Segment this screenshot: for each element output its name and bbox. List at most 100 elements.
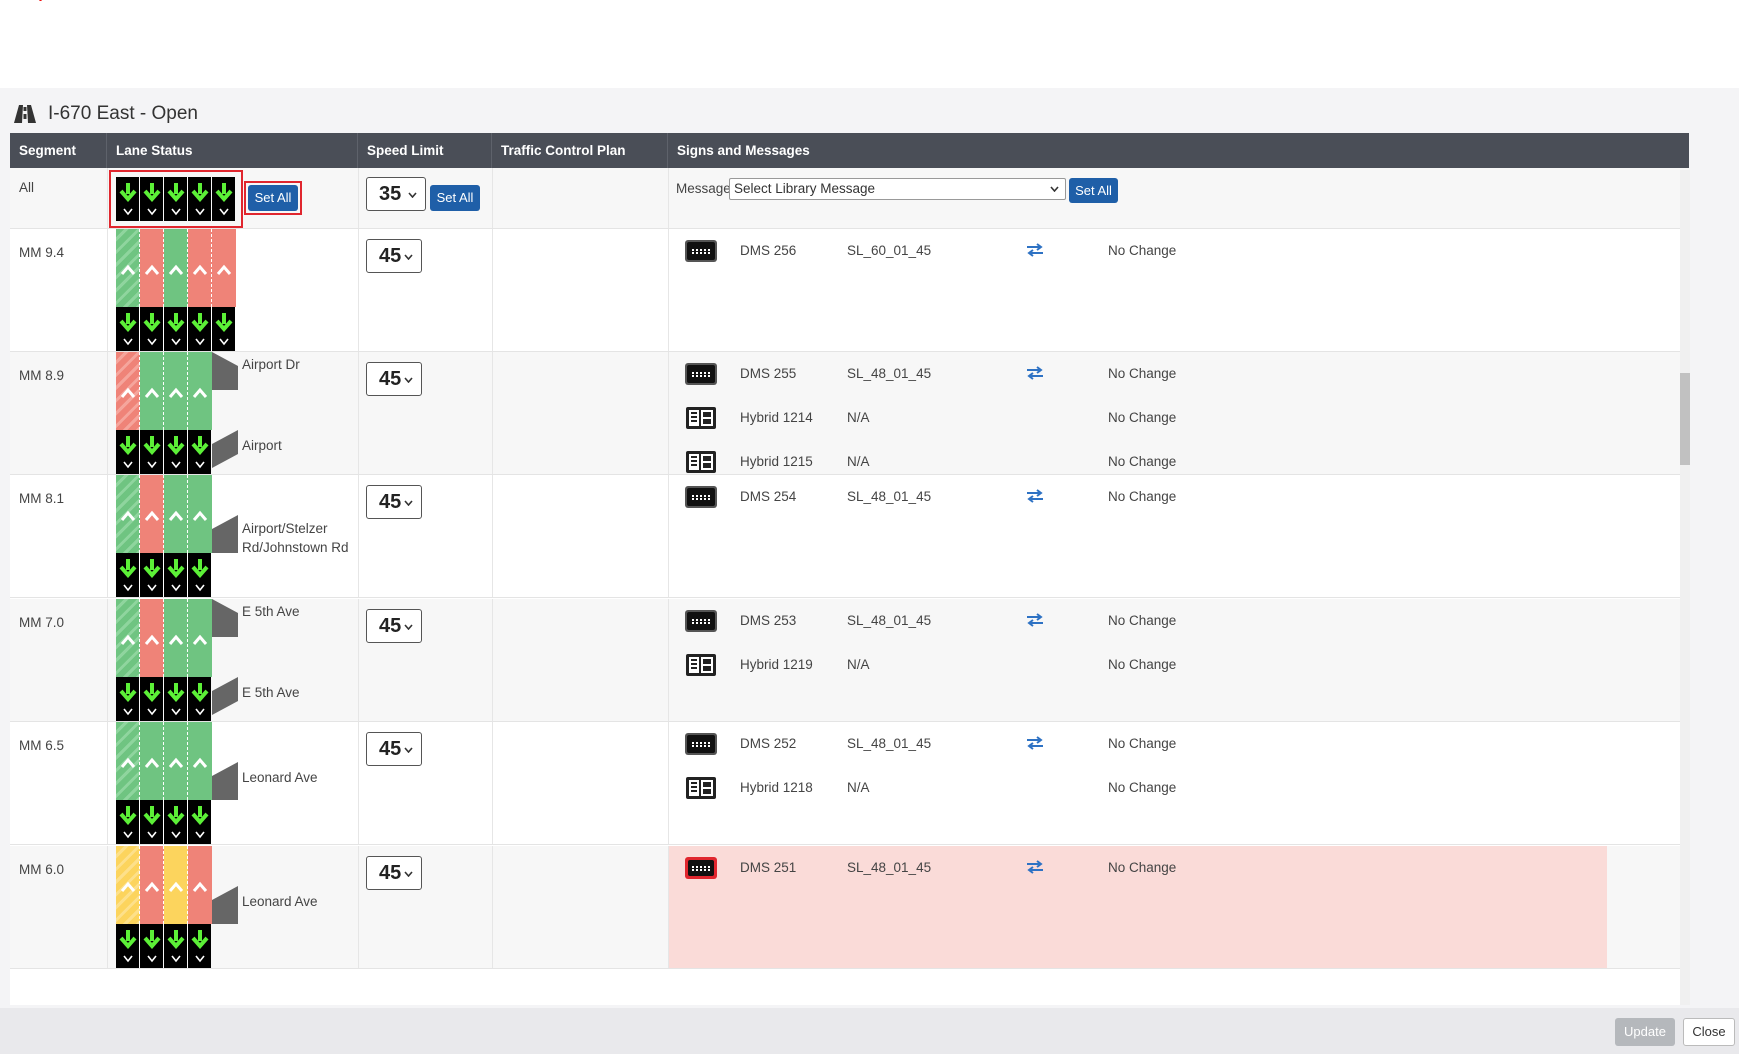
- lane-status-tile[interactable]: [188, 722, 212, 800]
- set-all-speed-button[interactable]: Set All: [430, 185, 480, 211]
- speed-select[interactable]: 45: [366, 856, 422, 890]
- lane-status-tile[interactable]: [188, 352, 212, 430]
- lane-control-black[interactable]: [140, 430, 163, 474]
- lane-control-black[interactable]: [116, 677, 139, 721]
- lane-status-tile[interactable]: [116, 475, 140, 553]
- speed-select[interactable]: 35: [366, 177, 426, 211]
- lane-status-tile[interactable]: [164, 599, 188, 677]
- lane-control-black[interactable]: [164, 553, 187, 597]
- lane-status-tile[interactable]: [164, 352, 188, 430]
- lane-control-black[interactable]: [188, 924, 211, 968]
- lane-control-black[interactable]: [164, 800, 187, 844]
- lane-control-black[interactable]: [116, 924, 139, 968]
- lane-status-tile[interactable]: [140, 352, 164, 430]
- lane-control-black[interactable]: [164, 924, 187, 968]
- chevron-down-icon: [404, 624, 413, 630]
- lane-control-black[interactable]: [140, 553, 163, 597]
- lane-status-tile[interactable]: [140, 229, 164, 307]
- sign-message: SL_60_01_45: [847, 243, 932, 258]
- lane-control-black[interactable]: [188, 177, 211, 221]
- ramp-label: E 5th Ave: [242, 685, 300, 700]
- swap-icon[interactable]: [1026, 366, 1044, 380]
- lane-control-black[interactable]: [140, 924, 163, 968]
- chevron-down-icon: [123, 461, 133, 469]
- lane-status-tile[interactable]: [116, 352, 140, 430]
- lane-status-tile[interactable]: [140, 599, 164, 677]
- lane-control-black[interactable]: [116, 553, 139, 597]
- swap-icon[interactable]: [1026, 489, 1044, 503]
- lane-control-black[interactable]: [188, 307, 211, 351]
- scrollbar-thumb[interactable]: [1680, 373, 1690, 465]
- sign-status: No Change: [1108, 243, 1177, 258]
- speed-select[interactable]: 45: [366, 609, 422, 643]
- chevron-down-icon: [123, 955, 133, 963]
- chevron-down-icon: [404, 377, 413, 383]
- message-library-select[interactable]: Select Library Message: [729, 178, 1066, 200]
- lane-status-tile[interactable]: [116, 599, 140, 677]
- swap-icon[interactable]: [1026, 243, 1044, 257]
- table-scrollbar[interactable]: [1680, 170, 1690, 1005]
- lane-control-black[interactable]: [140, 307, 163, 351]
- sign-status: No Change: [1108, 489, 1177, 504]
- lane-status-tile[interactable]: [164, 229, 188, 307]
- lane-control-black[interactable]: [140, 177, 163, 221]
- lane-control-black[interactable]: [164, 677, 187, 721]
- lane-control-black[interactable]: [188, 430, 211, 474]
- lane-status-tile[interactable]: [164, 846, 188, 924]
- lane-control-black[interactable]: [212, 307, 235, 351]
- lane-control-black[interactable]: [116, 177, 139, 221]
- lane-status-tile[interactable]: [188, 599, 212, 677]
- ramp-label: Airport Dr: [242, 357, 300, 372]
- swap-icon[interactable]: [1026, 613, 1044, 627]
- signs-cell: DMS 254 SL_48_01_45 No Change: [668, 475, 1607, 597]
- lane-control-black[interactable]: [164, 430, 187, 474]
- chevron-down-icon: [404, 747, 413, 753]
- lane-control-black[interactable]: [140, 677, 163, 721]
- chevron-up-icon: [120, 881, 136, 892]
- sign-status: No Change: [1108, 736, 1177, 751]
- lane-control-black[interactable]: [188, 800, 211, 844]
- lane-status-tile[interactable]: [116, 229, 140, 307]
- lane-status-tile[interactable]: [116, 722, 140, 800]
- lane-status-tile[interactable]: [140, 722, 164, 800]
- lane-control-black[interactable]: [116, 800, 139, 844]
- chevron-down-icon: [219, 338, 229, 346]
- chevron-up-icon: [144, 634, 160, 645]
- set-all-lanes-button[interactable]: Set All: [248, 185, 298, 211]
- sign-entry: Hybrid 1219 N/A No Change: [668, 653, 1607, 679]
- chevron-up-icon: [144, 264, 160, 275]
- lane-control-black[interactable]: [188, 553, 211, 597]
- lane-control-black[interactable]: [188, 677, 211, 721]
- lane-control-black[interactable]: [212, 177, 235, 221]
- sign-name: DMS 256: [740, 243, 797, 258]
- sign-name: DMS 251: [740, 860, 797, 875]
- speed-select[interactable]: 45: [366, 732, 422, 766]
- chevron-up-icon: [144, 757, 160, 768]
- lane-status-tile[interactable]: [188, 229, 212, 307]
- lane-status-tile[interactable]: [164, 475, 188, 553]
- lane-control-black[interactable]: [116, 430, 139, 474]
- lane-control-black[interactable]: [164, 307, 187, 351]
- lane-status-tile[interactable]: [188, 846, 212, 924]
- lane-status-tile[interactable]: [188, 475, 212, 553]
- speed-select[interactable]: 45: [366, 239, 422, 273]
- update-button[interactable]: Update: [1615, 1018, 1675, 1046]
- swap-icon[interactable]: [1026, 736, 1044, 750]
- lane-control-black[interactable]: [164, 177, 187, 221]
- speed-select[interactable]: 45: [366, 362, 422, 396]
- lane-status-tile[interactable]: [116, 846, 140, 924]
- close-button[interactable]: Close: [1683, 1018, 1735, 1046]
- lane-control-black[interactable]: [140, 800, 163, 844]
- footer-bar: [0, 1008, 1739, 1054]
- lane-control-black[interactable]: [116, 307, 139, 351]
- lane-status-tile[interactable]: [164, 722, 188, 800]
- lane-status-tile[interactable]: [140, 475, 164, 553]
- chevron-up-icon: [168, 510, 184, 521]
- sign-name: DMS 255: [740, 366, 797, 381]
- swap-icon[interactable]: [1026, 860, 1044, 874]
- set-all-message-button[interactable]: Set All: [1069, 178, 1118, 203]
- lane-status-tile[interactable]: [140, 846, 164, 924]
- lane-status-tile[interactable]: [212, 229, 236, 307]
- sign-name: DMS 254: [740, 489, 797, 504]
- speed-select[interactable]: 45: [366, 485, 422, 519]
